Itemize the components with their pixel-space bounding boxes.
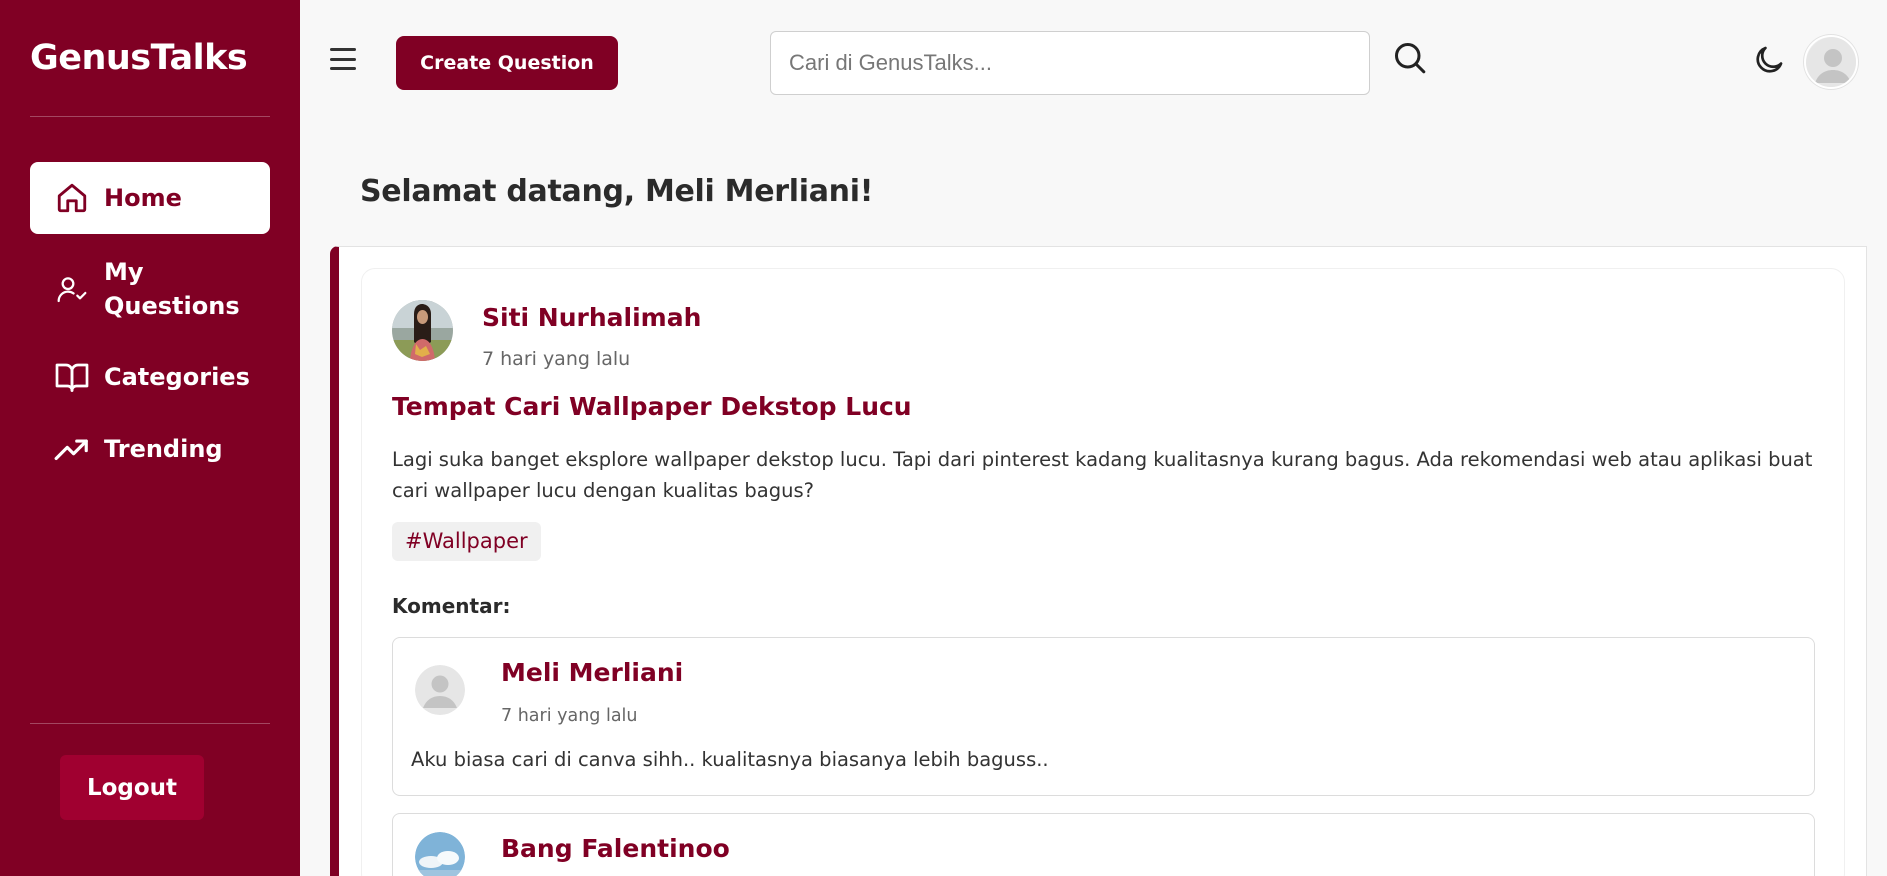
search-input[interactable] xyxy=(770,31,1370,95)
comment-item: Meli Merliani 7 hari yang lalu Aku biasa… xyxy=(392,637,1815,796)
post-author[interactable]: Siti Nurhalimah xyxy=(482,303,701,332)
search-icon[interactable] xyxy=(1392,40,1428,76)
post-title[interactable]: Tempat Cari Wallpaper Dekstop Lucu xyxy=(392,392,912,421)
logout-button[interactable]: Logout xyxy=(60,755,204,820)
avatar[interactable] xyxy=(392,300,453,361)
page-title: Selamat datang, Meli Merliani! xyxy=(360,174,874,209)
menu-icon[interactable] xyxy=(330,48,356,70)
trending-up-icon xyxy=(52,429,92,469)
sidebar-item-categories[interactable]: Categories xyxy=(30,354,270,400)
sidebar: GenusTalks Home My Questions Categories … xyxy=(0,0,300,876)
comment-text: Aku biasa cari di canva sihh.. kualitasn… xyxy=(411,748,1049,771)
brand-logo[interactable]: GenusTalks xyxy=(30,38,248,78)
home-icon xyxy=(52,178,92,218)
sidebar-item-label: My Questions xyxy=(104,258,240,320)
sidebar-item-home[interactable]: Home xyxy=(30,162,270,234)
sidebar-item-my-questions[interactable]: My Questions xyxy=(30,252,270,326)
avatar[interactable] xyxy=(415,832,465,876)
moon-icon[interactable] xyxy=(1752,43,1786,77)
user-check-icon xyxy=(52,269,92,309)
post-body: Lagi suka banget eksplore wallpaper deks… xyxy=(392,448,1813,502)
avatar[interactable] xyxy=(1804,35,1858,89)
tag-badge[interactable]: #Wallpaper xyxy=(392,522,541,561)
comments-heading: Komentar: xyxy=(392,594,511,618)
avatar[interactable] xyxy=(415,665,465,715)
create-question-button[interactable]: Create Question xyxy=(396,36,618,90)
comment-timestamp: 7 hari yang lalu xyxy=(501,706,638,726)
comment-author[interactable]: Bang Falentinoo xyxy=(501,834,730,863)
book-open-icon xyxy=(52,357,92,397)
post-timestamp: 7 hari yang lalu xyxy=(482,348,631,370)
sidebar-item-label: Home xyxy=(104,184,182,212)
sidebar-item-trending[interactable]: Trending xyxy=(30,426,270,472)
comment-author[interactable]: Meli Merliani xyxy=(501,658,683,687)
sidebar-divider xyxy=(30,723,270,724)
sidebar-item-label: Categories xyxy=(104,363,250,391)
sidebar-item-label: Trending xyxy=(104,435,223,463)
comment-item: Bang Falentinoo xyxy=(392,813,1815,876)
sidebar-divider xyxy=(30,116,270,117)
